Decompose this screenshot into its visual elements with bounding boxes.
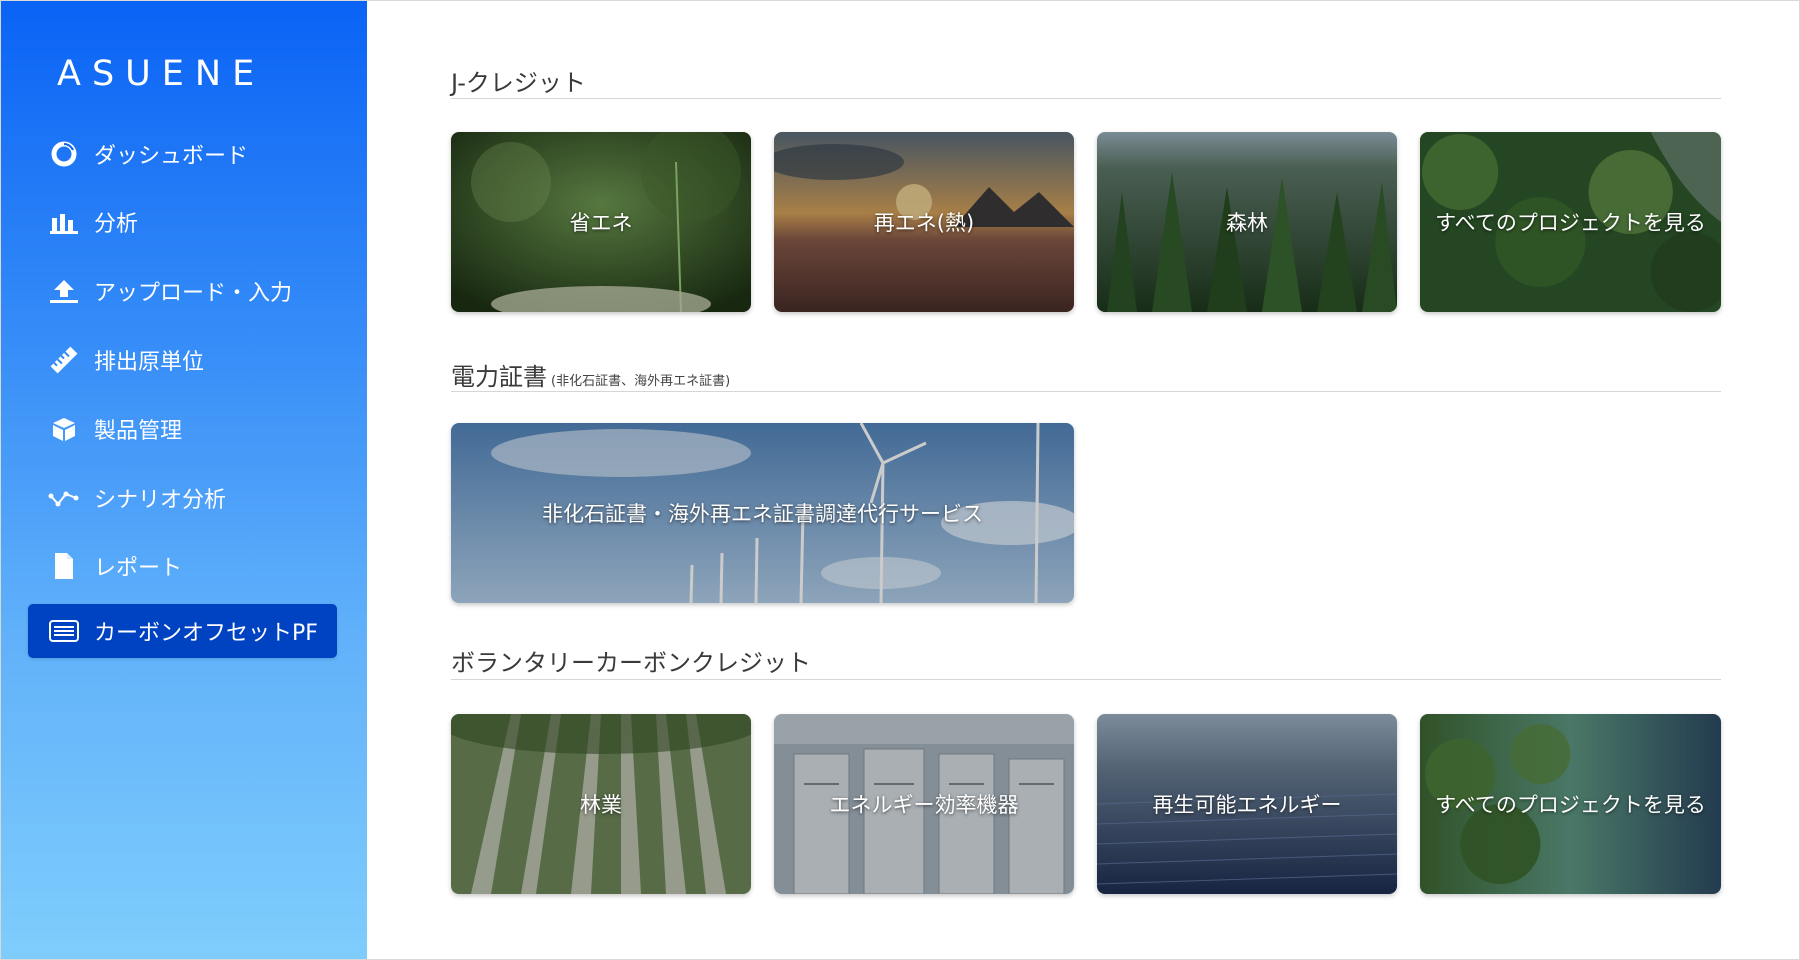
card-label: 非化石証書・海外再エネ証書調達代行サービス [542, 502, 983, 526]
section-title-jcredit: J-クレジット [451, 63, 1721, 98]
card-energy-saving[interactable]: 省エネ [451, 132, 751, 312]
section-title-text: J-クレジット [451, 69, 586, 97]
bar-chart-icon [46, 204, 82, 240]
sidebar-item-label: 製品管理 [94, 419, 183, 444]
sidebar-item-analysis[interactable]: 分析 [28, 195, 337, 249]
card-label: 森林 [1226, 211, 1268, 235]
sidebar-item-products[interactable]: 製品管理 [28, 402, 337, 456]
dashboard-icon [46, 136, 82, 172]
card-view-all-voluntary[interactable]: すべてのプロジェクトを見る [1420, 714, 1721, 894]
card-renewable-energy[interactable]: 再生可能エネルギー [1097, 714, 1397, 894]
card-label: 再エネ(熱) [873, 211, 975, 235]
section-title-text: 電力証書 [451, 363, 547, 391]
sidebar-item-label: シナリオ分析 [94, 488, 227, 513]
sidebar-item-label: 排出原単位 [94, 350, 205, 375]
card-forest[interactable]: 森林 [1097, 132, 1397, 312]
card-renewable-heat[interactable]: 再エネ(熱) [774, 132, 1074, 312]
section-subtitle: (非化石証書、海外再エネ証書) [551, 374, 731, 389]
card-label: すべてのプロジェクトを見る [1435, 793, 1706, 817]
ruler-icon [46, 342, 82, 378]
brand-logo[interactable]: ASUENE [57, 57, 311, 92]
sidebar-item-scenario[interactable]: シナリオ分析 [28, 471, 337, 525]
keyboard-icon [46, 613, 82, 649]
sidebar-item-label: カーボンオフセットPF [94, 621, 318, 646]
section-title-voluntary: ボランタリーカーボンクレジット [451, 643, 1721, 678]
sidebar-item-emission-factor[interactable]: 排出原単位 [28, 333, 337, 387]
document-icon [46, 548, 82, 584]
sidebar-item-dashboard[interactable]: ダッシュボード [28, 127, 337, 181]
sidebar-item-report[interactable]: レポート [28, 539, 337, 593]
card-label: 再生可能エネルギー [1152, 793, 1342, 817]
card-forestry[interactable]: 林業 [451, 714, 751, 894]
card-view-all-jcredit[interactable]: すべてのプロジェクトを見る [1420, 132, 1721, 312]
card-energy-efficiency[interactable]: エネルギー効率機器 [774, 714, 1074, 894]
sidebar-item-label: ダッシュボード [94, 144, 249, 169]
main-content: J-クレジット 省エネ 再エネ(熱) 森林 すべてのプロジェクトを見る 電力証書… [367, 1, 1799, 959]
scenario-icon [46, 480, 82, 516]
upload-icon [46, 273, 82, 309]
sidebar-item-label: アップロード・入力 [94, 281, 293, 306]
card-label: 林業 [580, 793, 622, 817]
sidebar: ASUENE ダッシュボード 分析 アップロード・入力 排出原単位 製品管理 シ… [1, 1, 367, 959]
card-label: 省エネ [569, 211, 633, 235]
card-label: エネルギー効率機器 [829, 793, 1019, 817]
section-divider [451, 391, 1721, 392]
box-icon [46, 411, 82, 447]
app-window: ASUENE ダッシュボード 分析 アップロード・入力 排出原単位 製品管理 シ… [0, 0, 1800, 960]
section-title-power: 電力証書 (非化石証書、海外再エネ証書) [451, 357, 1721, 392]
sidebar-item-label: レポート [94, 556, 183, 581]
section-divider [451, 98, 1721, 99]
card-label: すべてのプロジェクトを見る [1435, 211, 1706, 235]
sidebar-item-upload[interactable]: アップロード・入力 [28, 264, 337, 318]
sidebar-item-carbon-offset[interactable]: カーボンオフセットPF [28, 604, 337, 658]
sidebar-item-label: 分析 [94, 212, 139, 237]
card-non-fossil-certificates[interactable]: 非化石証書・海外再エネ証書調達代行サービス [451, 423, 1074, 603]
section-divider [451, 679, 1721, 680]
section-title-text: ボランタリーカーボンクレジット [451, 649, 811, 677]
